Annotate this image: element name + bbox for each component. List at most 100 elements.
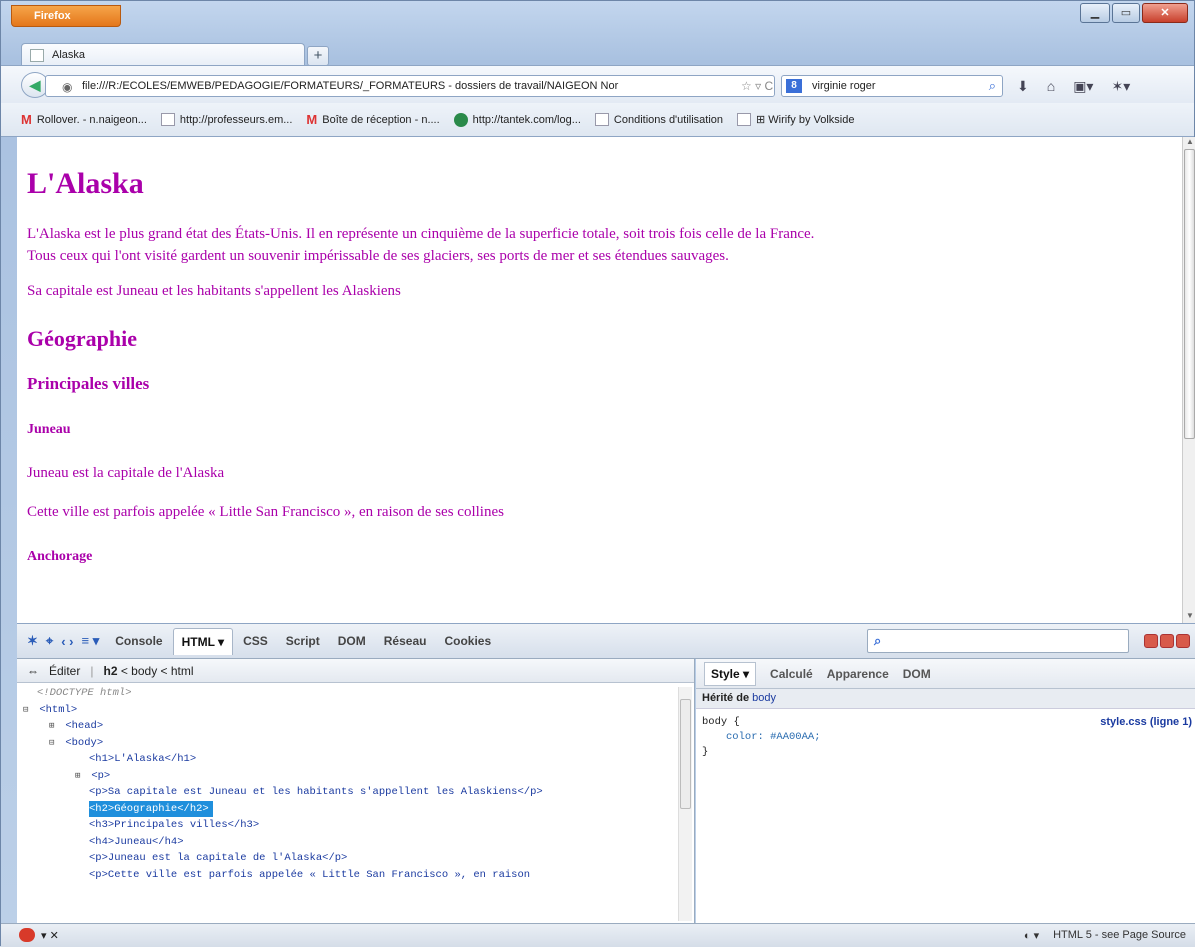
tab-cookies[interactable]: Cookies xyxy=(436,628,499,654)
tree-row[interactable]: <p>Juneau est la capitale de l'Alaska</p… xyxy=(17,850,694,867)
url-bar[interactable]: ◉ file:///R:/ECOLES/EMWEB/PEDAGOGIE/FORM… xyxy=(45,75,775,97)
tree-row[interactable]: <h2>Géographie</h2> xyxy=(17,800,694,817)
tree-row[interactable]: ⊞ <p> xyxy=(17,768,694,785)
tree-row[interactable]: <!DOCTYPE html> xyxy=(17,685,694,702)
firefox-menu-button[interactable]: Firefox xyxy=(11,5,121,27)
rule-source-link[interactable]: style.css (ligne 1) xyxy=(1100,715,1192,730)
page-icon xyxy=(30,49,44,62)
tree-node-text: <p>Juneau est la capitale de l'Alaska</p… xyxy=(89,852,348,864)
tree-row[interactable]: ⊟ <body> xyxy=(17,735,694,752)
back-icon[interactable]: ‹ › xyxy=(61,634,73,649)
expand-icon[interactable]: ⊞ xyxy=(75,768,85,785)
addon-icon[interactable]: ◐ ▾ xyxy=(1024,929,1039,942)
tab-label: Alaska xyxy=(52,49,86,61)
firebug-window-controls xyxy=(1144,634,1190,648)
bookmark-item[interactable]: M Boîte de réception - n.... xyxy=(306,112,439,127)
expand-icon[interactable]: ⊞ xyxy=(49,718,59,735)
tab-dom-style[interactable]: DOM xyxy=(903,667,931,681)
close-icon[interactable]: ▾ ✕ xyxy=(41,929,59,942)
home-icon[interactable]: ⌂ xyxy=(1047,78,1055,95)
breadcrumb-rest[interactable]: < body < html xyxy=(121,664,194,678)
search-icon[interactable]: ⌕ xyxy=(989,78,996,94)
inherited-link[interactable]: body xyxy=(752,692,776,704)
tree-node-text: <p>Sa capitale est Juneau et les habitan… xyxy=(89,786,543,798)
bookmark-item[interactable]: M Rollover. - n.naigeon... xyxy=(21,112,147,127)
window-list-icon[interactable]: ▣▾ xyxy=(1073,78,1093,95)
html-panel-header: ⇔ Éditer | h2 < body < html xyxy=(17,659,694,683)
tab-css[interactable]: CSS xyxy=(235,628,276,654)
tree-row[interactable]: <h3>Principales villes</h3> xyxy=(17,817,694,834)
firebug-search-input[interactable]: ⌕ xyxy=(867,629,1129,653)
close-icon[interactable] xyxy=(1176,634,1190,648)
bookmark-star-icon[interactable]: ☆ ▿ C xyxy=(741,79,774,96)
status-text: HTML 5 - see Page Source xyxy=(1053,929,1186,941)
bookmark-item[interactable]: http://professeurs.em... xyxy=(160,113,292,126)
bookmarks-toolbar: M Rollover. - n.naigeon... http://profess… xyxy=(1,103,1194,137)
browser-window: Firefox ▁ ▭ ✕ Alaska + ◀ ◉ file:///R:/EC… xyxy=(0,0,1195,947)
tree-row[interactable]: ⊟ <html> xyxy=(17,702,694,719)
tree-node-text: <!DOCTYPE html> xyxy=(37,687,132,699)
inspect-icon[interactable]: ⌖ xyxy=(46,633,53,649)
maximize-button[interactable]: ▭ xyxy=(1112,3,1140,23)
minimize-icon[interactable] xyxy=(1144,634,1158,648)
tab-apparence[interactable]: Apparence xyxy=(827,667,889,681)
tree-scrollbar[interactable] xyxy=(678,687,692,921)
tree-row[interactable]: <h1>L'Alaska</h1> xyxy=(17,751,694,768)
city-paragraph: Cette ville est parfois appelée « Little… xyxy=(27,504,504,520)
scroll-thumb[interactable] xyxy=(680,699,691,809)
tab-reseau[interactable]: Réseau xyxy=(376,628,435,654)
html-panel: ⇔ Éditer | h2 < body < html <!DOCTYPE ht… xyxy=(17,659,695,923)
css-rule: body { color: #AA00AA; } style.css (lign… xyxy=(696,709,1195,766)
tree-node-text: <head> xyxy=(65,720,104,732)
edit-button[interactable]: Éditer xyxy=(49,664,80,678)
tree-node-text: <p> xyxy=(91,769,111,782)
scroll-thumb[interactable] xyxy=(1184,149,1195,439)
tab-dom[interactable]: DOM xyxy=(330,628,374,654)
tab-calcule[interactable]: Calculé xyxy=(770,667,813,681)
style-tabs: Style ▾ Calculé Apparence DOM xyxy=(696,659,1195,689)
firebug-icon[interactable]: ✶ xyxy=(27,633,38,649)
tab-style[interactable]: Style ▾ xyxy=(704,661,757,686)
dom-tree: <!DOCTYPE html> ⊟ <html> ⊞ <head> ⊟ <body> <… xyxy=(17,683,694,883)
tab-script[interactable]: Script xyxy=(278,628,328,654)
firebug-icon[interactable]: ✶▾ xyxy=(1111,78,1130,95)
bookmark-item[interactable]: Conditions d'utilisation xyxy=(594,113,723,126)
tree-node-text: <html> xyxy=(39,703,78,716)
tree-node-text: <body> xyxy=(65,736,104,749)
tree-row[interactable]: <p>Cette ville est parfois appelée « Lit… xyxy=(17,867,694,884)
tree-node-text: <h1>L'Alaska</h1> xyxy=(89,753,197,765)
breadcrumb-selected[interactable]: h2 xyxy=(103,664,117,678)
tree-row[interactable]: <p>Sa capitale est Juneau et les habitan… xyxy=(17,784,694,801)
scroll-up-icon[interactable]: ▲ xyxy=(1183,137,1195,149)
tree-node-text: <h4>Juneau</h4> xyxy=(89,835,184,848)
bookmark-item[interactable]: ⊞ Wirify by Volkside xyxy=(737,113,854,126)
close-button[interactable]: ✕ xyxy=(1142,3,1188,23)
scroll-down-icon[interactable]: ▼ xyxy=(1183,611,1195,623)
rule-close: } xyxy=(702,746,709,758)
tree-row[interactable]: ⊞ <head> xyxy=(17,718,694,735)
page-content: L'Alaska L'Alaska est le plus grand état… xyxy=(17,137,1182,623)
firebug-status-icon[interactable] xyxy=(19,928,35,942)
bookmark-item[interactable]: http://tantek.com/log... xyxy=(453,112,581,127)
intro-paragraph: L'Alaska est le plus grand état des État… xyxy=(27,226,815,264)
expand-icon[interactable]: ⇔ xyxy=(27,664,39,678)
city-heading: Anchorage xyxy=(27,549,93,564)
collapse-icon[interactable]: ⊟ xyxy=(23,702,33,719)
status-bar: ▾ ✕ ◐ ▾ HTML 5 - see Page Source xyxy=(1,923,1195,947)
tab-console[interactable]: Console xyxy=(107,628,170,654)
collapse-icon[interactable]: ⊟ xyxy=(49,735,59,752)
tab-html[interactable]: HTML ▾ xyxy=(172,627,234,655)
menu-icon[interactable]: ≡ ▾ xyxy=(82,633,100,649)
nav-icons: ⬇ ⌂ ▣▾ ✶▾ xyxy=(1017,78,1130,95)
search-box[interactable]: 8 virginie roger ⌕ xyxy=(781,75,1003,97)
page-icon xyxy=(160,113,175,126)
tree-row[interactable]: <h4>Juneau</h4> xyxy=(17,834,694,851)
gmail-icon: M xyxy=(21,112,32,127)
detach-icon[interactable] xyxy=(1160,634,1174,648)
rule-property[interactable]: color: #AA00AA; xyxy=(702,730,1190,745)
page-scrollbar[interactable]: ▲ ▼ xyxy=(1182,137,1195,623)
new-tab-button[interactable]: + xyxy=(307,46,329,66)
download-icon[interactable]: ⬇ xyxy=(1017,78,1029,95)
tab-alaska[interactable]: Alaska xyxy=(21,43,305,67)
minimize-button[interactable]: ▁ xyxy=(1080,3,1110,23)
